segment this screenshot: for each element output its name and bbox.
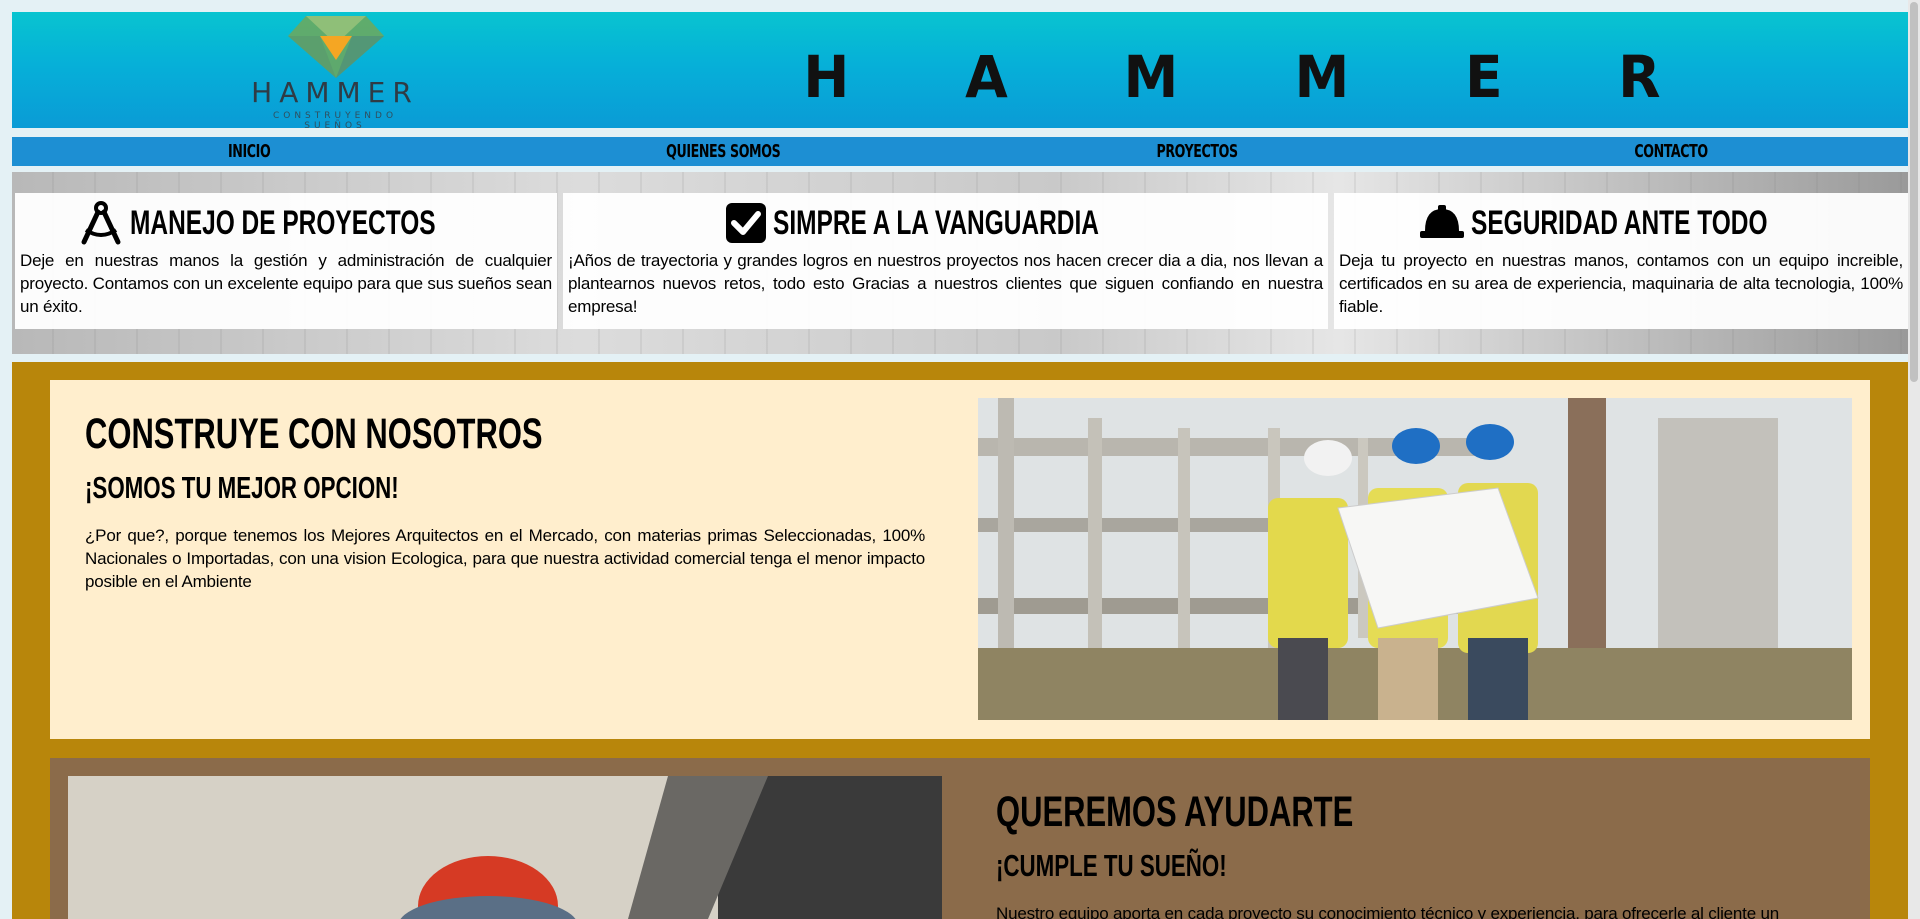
feature-title: SEGURIDAD ANTE TODO [1339,197,1903,249]
nav-item-label: CONTACTO [1634,141,1708,162]
nav-item-contacto[interactable]: CONTACTO [1434,137,1908,166]
construction-workers-image [978,398,1852,720]
logo[interactable]: HAMMER CONSTRUYENDO SUEÑOS [230,14,440,131]
logo-name: HAMMER [251,76,419,109]
promo-card-text: QUEREMOS AYUDARTE ¡CUMPLE TU SUEÑO! Nues… [996,788,1834,919]
brand-title: H A M M E R [802,42,1662,112]
brand-letter: E [1465,43,1503,111]
nav-item-quienes-somos[interactable]: QUIENES SOMOS [486,137,960,166]
nav-item-label: QUIENES SOMOS [665,141,781,162]
brand-letter: A [965,43,1008,111]
worker-helmet-photo [68,776,942,919]
promo-card-text: CONSTRUYE CON NOSOTROS ¡SOMOS TU MEJOR O… [85,410,925,593]
nav-item-proyectos[interactable]: PROYECTOS [960,137,1434,166]
feature-text: ¡Años de trayectoria y grandes logros en… [568,251,1323,316]
nav-item-inicio[interactable]: INICIO [12,137,486,166]
brand-letter: M [1123,43,1179,111]
feature-title: MANEJO DE PROYECTOS [20,197,552,249]
scrollbar-thumb[interactable] [1910,2,1918,382]
brand-letter: H [803,43,850,111]
check-square-icon [726,203,767,243]
feature-title-text: SIMPRE A LA VANGUARDIA [773,203,1100,242]
feature-card: SIMPRE A LA VANGUARDIA ¡Años de trayecto… [563,193,1328,329]
section-title: CONSTRUYE CON NOSOTROS [85,410,543,458]
nav-item-label: PROYECTOS [1156,141,1238,162]
feature-card: SEGURIDAD ANTE TODO Deja tu proyecto en … [1334,193,1908,329]
site-header: HAMMER CONSTRUYENDO SUEÑOS H A M M E R [12,12,1908,131]
feature-text: Deje en nuestras manos la gestión y admi… [20,251,552,316]
section-subtitle: ¡SOMOS TU MEJOR OPCION! [85,470,399,505]
feature-text: Deja tu proyecto en nuestras manos, cont… [1339,251,1903,316]
section-title: QUEREMOS AYUDARTE [996,788,1354,836]
worker-helmet-image [68,776,942,919]
main-nav: INICIO QUIENES SOMOS PROYECTOS CONTACTO [12,137,1908,166]
feature-title-text: SEGURIDAD ANTE TODO [1471,203,1768,242]
section-text: Nuestro equipo aporta en cada proyecto s… [996,904,1779,919]
feature-title: SIMPRE A LA VANGUARDIA [568,197,1323,249]
compass-icon [81,201,121,245]
feature-card: MANEJO DE PROYECTOS Deje en nuestras man… [15,193,557,329]
page-scrollbar[interactable] [1908,0,1920,919]
nav-item-label: INICIO [227,141,271,162]
logo-tagline: CONSTRUYENDO SUEÑOS [272,111,398,131]
feature-title-text: MANEJO DE PROYECTOS [129,203,436,242]
brand-letter: M [1294,43,1350,111]
section-subtitle: ¡CUMPLE TU SUEÑO! [996,848,1227,883]
logo-diamond-icon [288,16,384,78]
workers-photo [978,398,1852,720]
brand-letter: R [1618,43,1661,111]
features-band: MANEJO DE PROYECTOS Deje en nuestras man… [12,172,1908,354]
section-text: ¿Por que?, porque tenemos los Mejores Ar… [85,526,925,591]
hard-hat-icon [1420,205,1465,238]
